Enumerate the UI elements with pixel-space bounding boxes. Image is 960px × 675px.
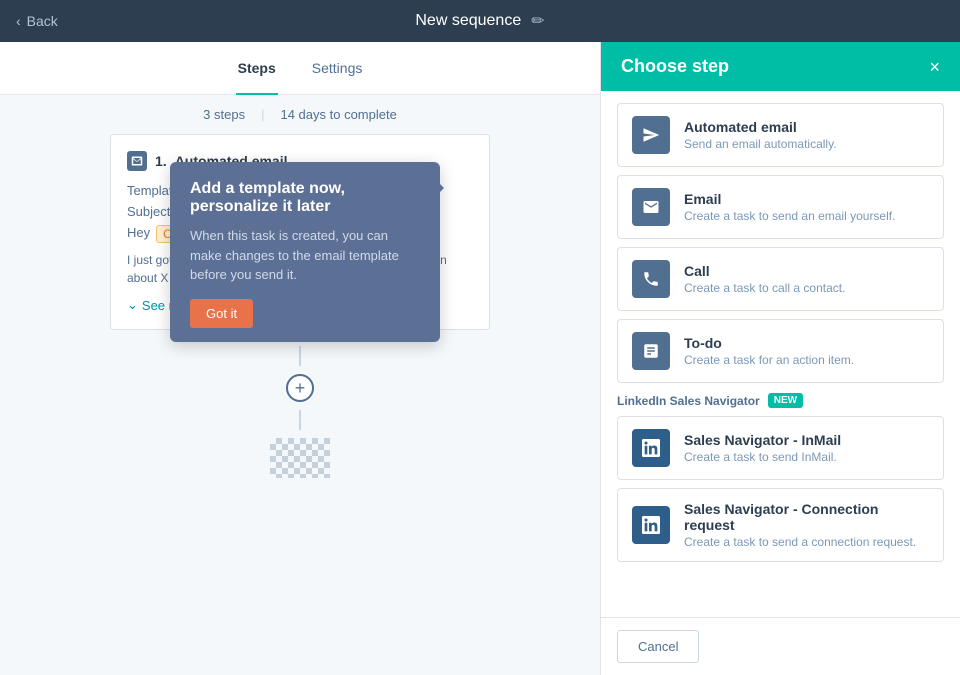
add-step-area: + <box>16 346 584 478</box>
tab-steps[interactable]: Steps <box>236 54 278 82</box>
got-it-button[interactable]: Got it <box>190 299 253 328</box>
step-name-inmail: Sales Navigator - InMail <box>684 432 841 448</box>
new-badge: NEW <box>768 393 803 408</box>
call-icon-bg <box>632 260 670 298</box>
steps-count: 3 steps <box>203 107 245 122</box>
step-name-call: Call <box>684 263 845 279</box>
todo-icon <box>642 342 660 360</box>
tooltip-body: When this task is created, you can make … <box>190 226 420 285</box>
todo-icon-bg <box>632 332 670 370</box>
step-name-email: Email <box>684 191 895 207</box>
phone-icon <box>642 270 660 288</box>
page-title: New sequence ✏ <box>415 11 544 31</box>
step-desc-automated-email: Send an email automatically. <box>684 137 837 151</box>
tooltip-title: Add a template now, personalize it later <box>190 180 420 216</box>
right-panel: Choose step × Automated email Send an em… <box>600 42 960 675</box>
send-icon <box>642 126 660 144</box>
step-name-connection: Sales Navigator - Connection request <box>684 501 929 533</box>
step-desc-email: Create a task to send an email yourself. <box>684 209 895 223</box>
subject-label: Subject: <box>127 204 174 219</box>
edit-icon[interactable]: ✏ <box>531 11 544 31</box>
step-option-email[interactable]: Email Create a task to send an email you… <box>617 175 944 239</box>
automated-email-icon-bg <box>632 116 670 154</box>
email-icon <box>642 198 660 216</box>
placeholder-graphic <box>270 438 330 478</box>
step-desc-inmail: Create a task to send InMail. <box>684 450 841 464</box>
tooltip-popup: Add a template now, personalize it later… <box>170 162 440 342</box>
close-button[interactable]: × <box>929 58 940 76</box>
step-icon <box>127 151 147 171</box>
step-option-automated-email[interactable]: Automated email Send an email automatica… <box>617 103 944 167</box>
step-option-todo[interactable]: To-do Create a task for an action item. <box>617 319 944 383</box>
step-number: 1. <box>155 153 167 169</box>
step-name-todo: To-do <box>684 335 854 351</box>
cancel-button[interactable]: Cancel <box>617 630 699 663</box>
connection-icon-bg <box>632 506 670 544</box>
back-button[interactable]: ‹ Back <box>16 13 58 29</box>
step-option-call[interactable]: Call Create a task to call a contact. <box>617 247 944 311</box>
step-desc-todo: Create a task for an action item. <box>684 353 854 367</box>
email-icon-bg <box>632 188 670 226</box>
step-list: Automated email Send an email automatica… <box>601 91 960 617</box>
right-panel-title: Choose step <box>621 56 729 77</box>
sequence-info: 3 steps | 14 days to complete <box>0 95 600 134</box>
days-to-complete: 14 days to complete <box>280 107 396 122</box>
top-navbar: ‹ Back New sequence ✏ <box>0 0 960 42</box>
tabs-bar: Steps Settings <box>0 42 600 95</box>
inmail-icon-bg <box>632 429 670 467</box>
right-panel-footer: Cancel <box>601 617 960 675</box>
connector-line <box>299 346 301 366</box>
linkedin-icon <box>642 439 660 457</box>
chevron-down-icon: ⌄ <box>127 297 138 313</box>
step-desc-connection: Create a task to send a connection reque… <box>684 535 929 549</box>
step-name-automated-email: Automated email <box>684 119 837 135</box>
connector-line-2 <box>299 410 301 430</box>
linkedin-connection-icon <box>642 516 660 534</box>
hey-text: Hey <box>127 225 150 243</box>
step-desc-call: Create a task to call a contact. <box>684 281 845 295</box>
back-chevron-icon: ‹ <box>16 13 21 29</box>
step-option-inmail[interactable]: Sales Navigator - InMail Create a task t… <box>617 416 944 480</box>
left-panel: Steps Settings 3 steps | 14 days to comp… <box>0 42 600 675</box>
step-option-connection-request[interactable]: Sales Navigator - Connection request Cre… <box>617 488 944 562</box>
back-label: Back <box>27 13 58 29</box>
add-step-button[interactable]: + <box>286 374 314 402</box>
main-area: Steps Settings 3 steps | 14 days to comp… <box>0 42 960 675</box>
tab-settings[interactable]: Settings <box>310 54 365 82</box>
right-panel-header: Choose step × <box>601 42 960 91</box>
linkedin-section-label: LinkedIn Sales Navigator NEW <box>617 393 944 408</box>
